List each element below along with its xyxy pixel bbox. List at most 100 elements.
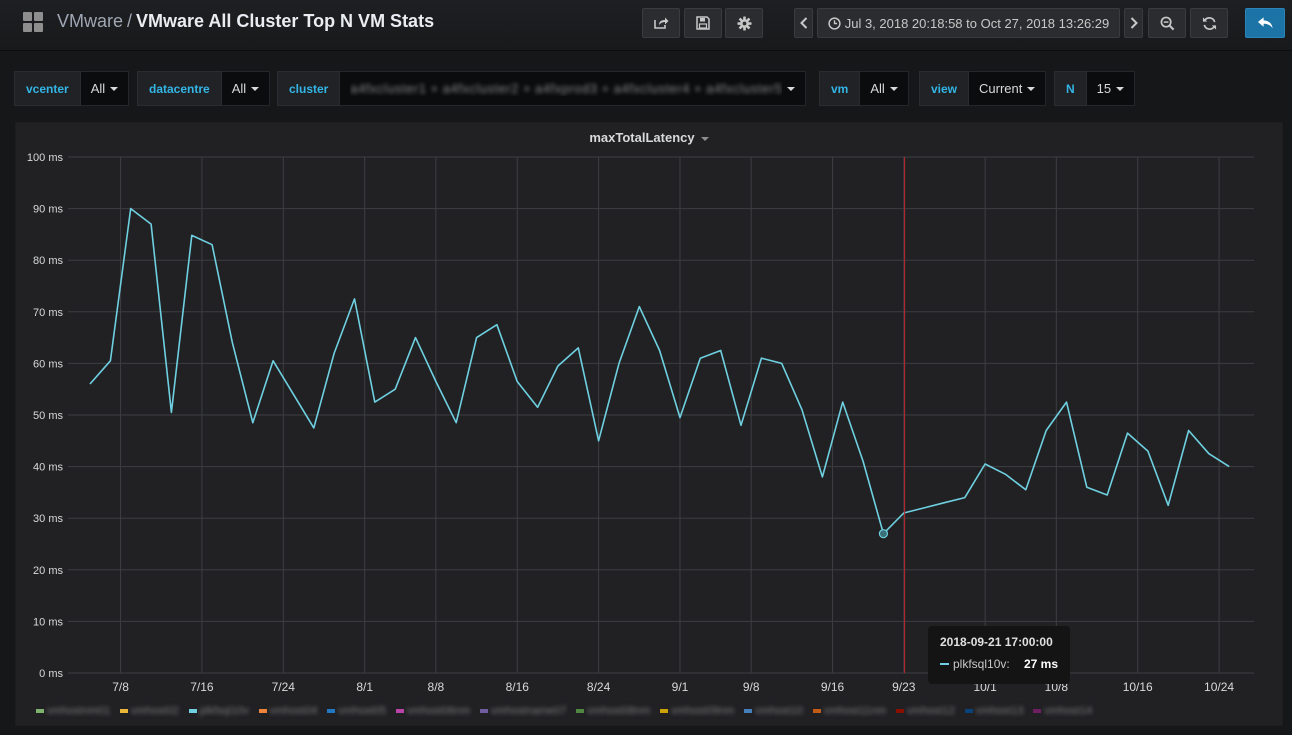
variable-label: vcenter — [14, 71, 81, 106]
legend-item[interactable]: vmhost09nm — [660, 705, 734, 717]
refresh-icon — [1202, 16, 1216, 30]
legend-redacted: vmhostnm01 vmhost02 plkfsql10v vmhost04 … — [36, 705, 1261, 717]
legend-item[interactable]: vmhost12 — [896, 705, 955, 717]
caret-down-icon — [889, 86, 898, 91]
legend-item[interactable]: vmhostnm01 — [36, 705, 110, 717]
cluster-values-redacted: a4fxcluster1 + a4fxcluster2 + a4fxprod3 … — [350, 81, 783, 96]
variable-vm: vm All — [819, 71, 909, 106]
variable-vcenter: vcenter All — [14, 71, 130, 106]
x-tick-label: 9/8 — [743, 680, 760, 694]
chevron-left-icon — [799, 17, 807, 29]
y-tick-label: 0 ms — [39, 668, 63, 680]
variable-value: Current — [979, 81, 1023, 96]
chevron-right-icon — [1130, 17, 1138, 29]
time-range-picker[interactable]: Jul 3, 2018 20:18:58 to Oct 27, 2018 13:… — [817, 8, 1120, 38]
save-button[interactable] — [684, 8, 722, 38]
y-tick-label: 50 ms — [33, 410, 63, 422]
cluster-select[interactable]: a4fxcluster1 + a4fxcluster2 + a4fxprod3 … — [340, 71, 807, 106]
legend-item[interactable]: vmhost02 — [119, 705, 179, 717]
x-tick-label: 9/23 — [892, 680, 916, 694]
caret-down-icon — [787, 86, 796, 91]
variable-label: view — [919, 71, 970, 106]
variable-value: All — [231, 81, 247, 96]
y-tick-label: 20 ms — [33, 565, 63, 577]
legend-item[interactable]: vmhost14 — [1033, 705, 1092, 717]
variable-label: datacentre — [137, 71, 222, 106]
gear-icon — [736, 15, 752, 31]
legend-item[interactable]: vmhost08nm — [576, 705, 650, 717]
variable-view: view Current — [919, 71, 1047, 106]
x-tick-label: 10/24 — [1204, 680, 1234, 694]
variable-cluster: cluster a4fxcluster1 + a4fxcluster2 + a4… — [277, 71, 807, 106]
series-line-plkfsql10v — [89, 207, 1230, 535]
y-tick-label: 10 ms — [33, 616, 63, 628]
back-to-dashboard-button[interactable] — [1245, 8, 1285, 38]
x-tick-label: 8/8 — [428, 680, 445, 694]
refresh-button[interactable] — [1190, 8, 1228, 38]
series-swatch — [940, 663, 949, 665]
tooltip-time: 2018-09-21 17:00:00 — [940, 635, 1053, 649]
legend-item[interactable]: vmhost10 — [744, 705, 803, 717]
legend-item[interactable]: vmhost05 — [327, 705, 386, 717]
settings-button[interactable] — [725, 8, 763, 38]
zoom-out-button[interactable] — [1148, 8, 1186, 38]
time-forward-button[interactable] — [1124, 8, 1143, 38]
legend-item[interactable]: plkfsql10v — [188, 705, 249, 717]
y-tick-label: 100 ms — [27, 152, 64, 164]
tooltip-series-name: plkfsql10v: — [953, 657, 1010, 671]
legend-item[interactable]: vmhost04 — [258, 705, 317, 717]
clock-icon — [828, 16, 841, 30]
caret-down-icon — [1116, 86, 1125, 91]
vm-select[interactable]: All — [860, 71, 909, 106]
x-tick-label: 7/16 — [190, 680, 214, 694]
caret-down-icon — [110, 86, 119, 91]
variable-n: N 15 — [1054, 71, 1136, 106]
breadcrumb-separator: / — [127, 11, 133, 31]
x-tick-label: 7/8 — [112, 680, 129, 694]
legend-item[interactable]: vmhost06nm — [396, 705, 470, 717]
caret-down-icon — [1027, 86, 1036, 91]
variable-value: All — [870, 81, 885, 96]
x-tick-label: 7/24 — [272, 680, 296, 694]
y-tick-label: 70 ms — [33, 307, 63, 319]
x-tick-label: 9/16 — [821, 680, 845, 694]
n-select[interactable]: 15 — [1086, 71, 1136, 106]
variable-label: cluster — [277, 71, 341, 106]
y-tick-label: 60 ms — [33, 358, 63, 370]
variable-value: 15 — [1096, 81, 1112, 96]
breadcrumb-folder[interactable]: VMware — [57, 11, 123, 31]
graph-panel: maxTotalLatency 0 ms 10 ms 20 ms 30 ms 40 ms… — [15, 122, 1283, 726]
y-tick-label: 80 ms — [33, 255, 63, 267]
breadcrumb: VMware / VMware All Cluster Top N VM Stats — [57, 11, 434, 32]
variable-value: All — [90, 81, 106, 96]
x-tick-label: 8/1 — [356, 680, 373, 694]
y-tick-label: 40 ms — [33, 462, 63, 474]
latency-line-chart[interactable]: 0 ms 10 ms 20 ms 30 ms 40 ms 50 ms 60 ms 70 ms 8… — [16, 123, 1282, 725]
variable-datacentre: datacentre All — [137, 71, 271, 106]
vcenter-select[interactable]: All — [80, 71, 130, 106]
top-navbar: VMware / VMware All Cluster Top N VM Stats… — [0, 0, 1292, 51]
legend-item[interactable]: vmhost13 — [964, 705, 1023, 717]
share-button[interactable] — [642, 8, 680, 38]
x-tick-label: 10/16 — [1123, 680, 1153, 694]
time-back-button[interactable] — [794, 8, 813, 38]
view-select[interactable]: Current — [969, 71, 1047, 106]
legend-item[interactable]: vmhost11nm — [812, 705, 886, 717]
save-icon — [696, 16, 710, 30]
time-range-text: Jul 3, 2018 20:18:58 to Oct 27, 2018 13:… — [844, 15, 1110, 31]
zoom-out-icon — [1160, 16, 1174, 30]
legend-item[interactable]: vmhostname07 — [480, 705, 566, 717]
tooltip-row: plkfsql10v: 27 ms — [940, 657, 1058, 671]
back-icon — [1257, 17, 1273, 29]
tooltip-value: 27 ms — [1023, 657, 1058, 671]
x-tick-label: 9/1 — [672, 680, 689, 694]
share-icon — [654, 17, 669, 29]
dashboard-title[interactable]: VMware All Cluster Top N VM Stats — [136, 11, 434, 31]
x-tick-label: 8/16 — [506, 680, 530, 694]
caret-down-icon — [251, 86, 260, 91]
hover-tooltip: 2018-09-21 17:00:00 plkfsql10v: 27 ms — [928, 626, 1070, 684]
datacentre-select[interactable]: All — [221, 71, 271, 106]
grid-icon[interactable] — [23, 12, 43, 32]
variable-label: vm — [819, 71, 861, 106]
y-tick-label: 90 ms — [33, 204, 63, 216]
